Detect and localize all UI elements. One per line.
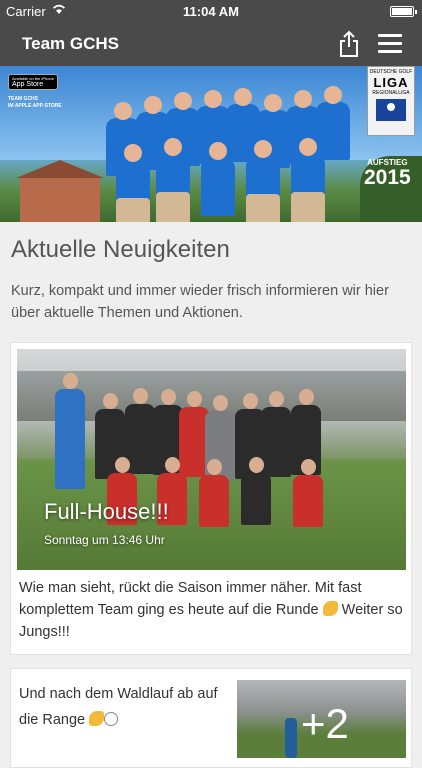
news-card[interactable]: Und nach dem Waldlauf ab auf die Range +… — [10, 668, 412, 768]
hamburger-menu-icon[interactable] — [378, 34, 402, 54]
golfer-logo-icon — [376, 99, 406, 121]
section-intro: Kurz, kompakt und immer wieder frisch in… — [11, 283, 389, 321]
app-store-badge[interactable]: Available on the iPhone App Store — [8, 74, 58, 90]
clock: 11:04 AM — [183, 4, 239, 19]
flexed-biceps-icon — [89, 711, 105, 726]
app-title: Team GCHS — [22, 34, 119, 53]
aufstieg-badge: AUFSTIEG 2015 — [364, 158, 411, 189]
nav-bar: Team GCHS — [0, 22, 422, 66]
news-date: Sonntag um 13:46 Uhr — [44, 533, 165, 547]
status-bar: Carrier 11:04 AM — [0, 0, 422, 22]
share-icon[interactable] — [337, 30, 361, 58]
news-body: Und nach dem Waldlauf ab auf die Range — [19, 686, 218, 728]
flexed-biceps-icon — [322, 601, 338, 616]
team-banner: Available on the iPhone App Store TEAM G… — [0, 66, 422, 222]
news-thumbnail[interactable]: +2 — [237, 680, 406, 758]
battery-icon — [390, 6, 417, 17]
ok-hand-icon — [104, 712, 119, 726]
golf-liga-logo: DEUTSCHE GOLF LIGA REGIONALLIGA — [367, 66, 415, 136]
news-photo[interactable]: Full-House!!! Sonntag um 13:46 Uhr — [17, 349, 406, 570]
news-title: Full-House!!! — [44, 499, 169, 524]
building — [16, 160, 104, 222]
news-body: Wie man sieht, rückt die Saison immer nä… — [19, 580, 403, 640]
section-heading: Aktuelle Neuigkeiten — [11, 236, 230, 263]
team-photo — [96, 86, 356, 222]
news-card[interactable]: Full-House!!! Sonntag um 13:46 Uhr Wie m… — [10, 342, 412, 655]
more-photos-count: +2 — [301, 700, 349, 747]
app-store-caption: TEAM GCHS IM APPLE APP-STORE — [8, 96, 62, 109]
